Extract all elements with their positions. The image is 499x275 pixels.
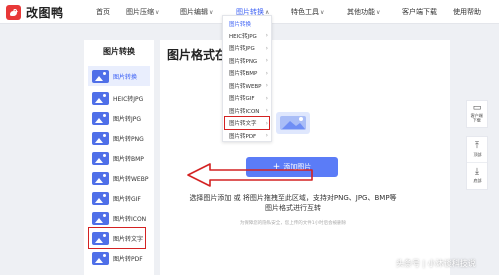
chevron-right-icon: ›	[265, 132, 268, 140]
scroll-bottom-button[interactable]: ⤓ 底部	[467, 163, 487, 189]
dropdown-item-label: HEIC转JPG	[229, 33, 257, 40]
dropdown-item-icon[interactable]: 图片转ICON ›	[225, 105, 271, 117]
dropdown-item-bmp[interactable]: 图片转BMP ›	[225, 68, 271, 80]
left-sidebar: 图片转换 图片转换 HEIC转JPG 图片转JPG 图片转PNG 图片转BMP …	[84, 40, 154, 275]
duck-logo-icon	[6, 5, 21, 20]
dropdown-item-label: 图片转换	[229, 21, 252, 28]
upload-description-line2: 图片格式进行互转	[265, 204, 321, 212]
page: 改图鸭 首页 图片压缩∨ 图片编辑∨ 图片转换∧ 特色工具∨ 其他功能∨ 客户端…	[0, 0, 499, 275]
chevron-down-icon: ∨	[155, 9, 160, 16]
sidebar-item-convert[interactable]: 图片转换	[88, 66, 150, 86]
brand-name: 改图鸭	[26, 6, 64, 20]
sidebar-item-label: 图片转PDF	[113, 255, 143, 263]
sidebar-item-png[interactable]: 图片转PNG	[88, 128, 150, 148]
scroll-top-button[interactable]: ⤒ 顶部	[467, 137, 487, 163]
nav-other[interactable]: 其他功能∨	[347, 7, 380, 17]
sidebar-item-label: 图片转PNG	[113, 135, 144, 143]
dropdown-item-label: 图片转JPG	[229, 46, 255, 53]
watermark: 头条号 | 小沐谈科技说	[396, 259, 476, 268]
sidebar-item-pdf[interactable]: 图片转PDF	[88, 248, 150, 268]
dropdown-item-convert[interactable]: 图片转换	[225, 18, 271, 30]
dropdown-item-label: 图片转GIF	[229, 96, 255, 103]
chevron-down-icon: ∨	[209, 9, 214, 16]
sidebar-item-gif[interactable]: 图片转GIF	[88, 188, 150, 208]
upload-illustration-icon	[270, 108, 318, 138]
dropdown-item-jpg[interactable]: 图片转JPG ›	[225, 43, 271, 55]
chevron-right-icon: ›	[265, 107, 268, 115]
dropdown-item-label: 图片转WEBP	[229, 83, 262, 90]
sidebar-item-label: 图片转WEBP	[113, 175, 149, 183]
nav-client-download[interactable]: 客户端下载	[402, 7, 437, 17]
arrow-up-icon: ⤒	[475, 140, 479, 151]
dropdown-item-label: 图片转BMP	[229, 71, 258, 78]
chevron-right-icon: ›	[265, 69, 268, 77]
scroll-bottom-label: 底部	[472, 179, 482, 184]
scroll-float-bar: ⤒ 顶部 ⤓ 底部	[466, 136, 488, 190]
brand-logo[interactable]: 改图鸭	[6, 4, 64, 21]
chevron-right-icon: ›	[265, 57, 268, 65]
dropdown-item-gif[interactable]: 图片转GIF ›	[225, 93, 271, 105]
sidebar-item-jpg[interactable]: 图片转JPG	[88, 108, 150, 128]
ico-icon	[92, 211, 109, 225]
nav-special-label: 特色工具	[291, 8, 319, 16]
nav-compress-label: 图片压缩	[126, 8, 154, 16]
heic-icon	[92, 91, 109, 105]
monitor-icon: ▭	[472, 103, 482, 113]
dropdown-item-pdf[interactable]: 图片转PDF ›	[225, 130, 271, 142]
nav-home[interactable]: 首页	[96, 7, 110, 17]
sidebar-title: 图片转换	[103, 47, 135, 56]
sidebar-item-label: 图片转ICON	[113, 215, 147, 223]
client-download-label: 客户端 下载	[470, 114, 484, 124]
dropdown-item-webp[interactable]: 图片转WEBP ›	[225, 80, 271, 92]
upload-description: 选择图片添加 或 将图片拖拽至此区域，支持对PNG、JPG、BMP等 图片格式进…	[178, 193, 408, 213]
highlight-box	[224, 116, 270, 130]
main-panel: 图片格式在 + 添加图片 选择图片添加 或 将图片拖拽至此区域，支持对PNG、J…	[160, 40, 450, 275]
png-icon	[92, 131, 109, 145]
dropdown-item-png[interactable]: 图片转PNG ›	[225, 55, 271, 67]
sidebar-item-webp[interactable]: 图片转WEBP	[88, 168, 150, 188]
nav-edit[interactable]: 图片编辑∨	[180, 7, 213, 17]
privacy-note: 为保障您的隐私安全，您上传的文件1小时后会被删除	[239, 221, 347, 226]
sidebar-item-label: 图片转BMP	[113, 155, 144, 163]
sidebar-item-heic-jpg[interactable]: HEIC转JPG	[88, 88, 150, 108]
gif-icon	[92, 191, 109, 205]
image-icon	[92, 69, 109, 83]
dropdown-item-heic-jpg[interactable]: HEIC转JPG ›	[225, 30, 271, 42]
highlight-box	[88, 227, 146, 249]
sidebar-item-label: HEIC转JPG	[113, 95, 144, 103]
nav-compress[interactable]: 图片压缩∨	[126, 7, 159, 17]
sidebar-item-label: 图片转GIF	[113, 195, 141, 203]
page-title: 图片格式在	[167, 48, 228, 62]
nav-edit-label: 图片编辑	[180, 8, 208, 16]
sidebar-item-bmp[interactable]: 图片转BMP	[88, 148, 150, 168]
nav-special[interactable]: 特色工具∨	[291, 7, 324, 17]
dropdown-item-label: 图片转ICON	[229, 108, 260, 115]
chevron-down-icon: ∨	[320, 9, 325, 16]
pdf-icon	[92, 251, 109, 265]
sidebar-item-icon[interactable]: 图片转ICON	[88, 208, 150, 228]
chevron-right-icon: ›	[265, 94, 268, 102]
chevron-right-icon: ›	[265, 82, 268, 90]
dropdown-item-label: 图片转PNG	[229, 58, 258, 65]
webp-icon	[92, 171, 109, 185]
chevron-right-icon: ›	[265, 32, 268, 40]
jpg-icon	[92, 111, 109, 125]
sidebar-item-label: 图片转JPG	[113, 115, 142, 123]
dropdown-item-label: 图片转PDF	[229, 133, 257, 140]
red-arrow-icon	[187, 163, 313, 187]
sidebar-item-label: 图片转换	[113, 73, 138, 81]
chevron-down-icon: ∨	[376, 9, 381, 16]
client-download-float[interactable]: ▭ 客户端 下载	[466, 100, 488, 128]
scroll-top-label: 顶部	[472, 152, 482, 158]
bmp-icon	[92, 151, 109, 165]
nav-help[interactable]: 使用帮助	[453, 7, 481, 17]
convert-dropdown-menu: 图片转换 HEIC转JPG › 图片转JPG › 图片转PNG › 图片转BMP › 图…	[222, 15, 272, 142]
chevron-right-icon: ›	[265, 44, 268, 52]
upload-description-line1: 选择图片添加 或 将图片拖拽至此区域，支持对PNG、JPG、BMP等	[189, 194, 397, 202]
nav-other-label: 其他功能	[347, 8, 375, 16]
arrow-down-icon: ⤓	[475, 167, 479, 177]
